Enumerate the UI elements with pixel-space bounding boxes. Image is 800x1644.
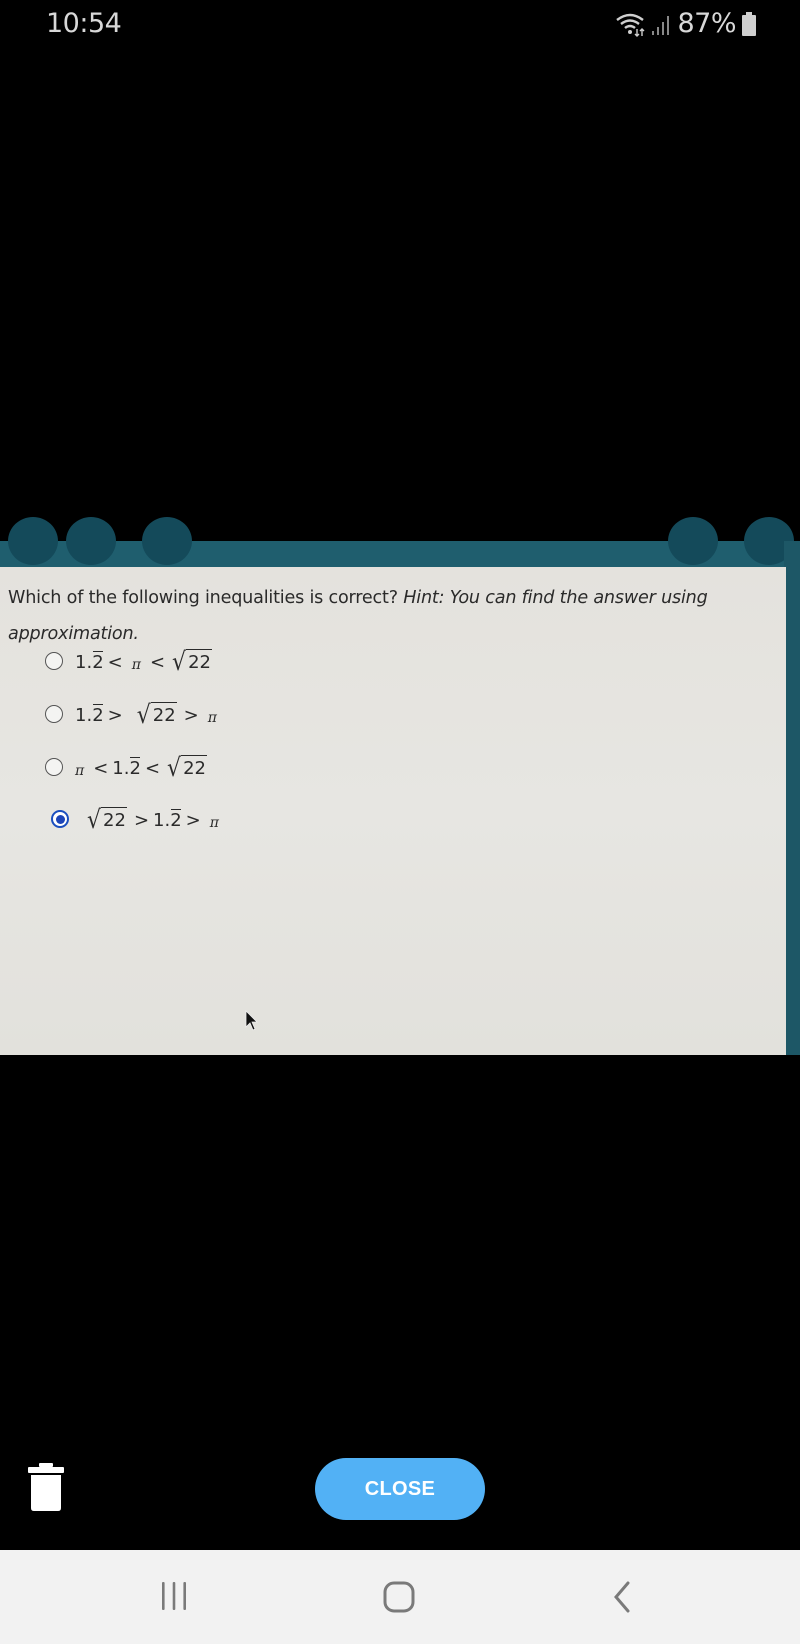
answer-option-3[interactable]: π < 1. 2 < √ 22 — [45, 754, 210, 783]
home-icon[interactable] — [382, 1580, 416, 1619]
battery-percent: 87% — [677, 8, 736, 39]
status-indicators: 87% — [615, 8, 756, 39]
header-button-right-1[interactable] — [668, 517, 718, 565]
pi-symbol: π — [209, 815, 219, 831]
pi-symbol: π — [75, 763, 85, 779]
pi-symbol: π — [207, 710, 217, 726]
header-button-list[interactable] — [142, 517, 192, 565]
number-part: 1. — [112, 758, 130, 779]
greater-than: > — [183, 705, 199, 726]
option-expression: π < 1. 2 < √ 22 — [75, 754, 210, 783]
pi-symbol: π — [131, 657, 141, 673]
question-panel: Which of the following inequalities is c… — [0, 567, 786, 1055]
recents-icon[interactable] — [158, 1580, 190, 1617]
status-time: 10:54 — [46, 8, 122, 39]
header-button-settings[interactable] — [66, 517, 116, 565]
square-root: √ 22 — [136, 701, 177, 730]
option-expression: √ 22 > 1. 2 > π — [87, 806, 224, 835]
less-than: < — [107, 652, 123, 673]
square-root: √ 22 — [87, 806, 127, 835]
app-header-bar — [0, 517, 800, 567]
header-button-menu[interactable] — [8, 517, 58, 565]
signal-icon — [651, 13, 671, 35]
status-bar: 10:54 87% — [0, 0, 800, 52]
back-icon[interactable] — [610, 1580, 634, 1619]
number-part: 1. — [75, 652, 93, 673]
square-root: √ 22 — [172, 648, 212, 677]
radical-sign: √ — [172, 648, 187, 677]
answer-option-2[interactable]: 1. 2 > √ 22 > π — [45, 701, 222, 730]
radio-button-selected[interactable] — [51, 810, 69, 828]
repeating-digit: 2 — [92, 651, 104, 673]
repeating-digit: 2 — [92, 704, 104, 726]
number-part: 1. — [75, 705, 93, 726]
question-prompt: Which of the following inequalities is c… — [8, 588, 398, 608]
radical-sign: √ — [167, 754, 182, 783]
less-than: < — [144, 758, 161, 779]
battery-icon — [742, 11, 756, 37]
radicand: 22 — [186, 649, 212, 673]
question-text: Which of the following inequalities is c… — [8, 580, 783, 652]
radicand: 22 — [150, 702, 177, 726]
radio-button[interactable] — [45, 652, 63, 670]
repeating-digit: 2 — [170, 809, 182, 831]
option-expression: 1. 2 < π < √ 22 — [75, 648, 215, 677]
radio-button[interactable] — [45, 705, 63, 723]
greater-than: > — [107, 705, 123, 726]
delete-trash-icon[interactable] — [28, 1463, 64, 1516]
close-button[interactable]: CLOSE — [315, 1458, 485, 1520]
answer-option-4[interactable]: √ 22 > 1. 2 > π — [51, 806, 224, 835]
wifi-icon — [615, 11, 645, 37]
radio-button[interactable] — [45, 758, 63, 776]
screen-edge — [784, 541, 800, 1055]
less-than: < — [93, 758, 109, 779]
repeating-digit: 2 — [129, 757, 141, 779]
radical-sign: √ — [136, 701, 151, 730]
greater-than: > — [185, 810, 201, 831]
system-navigation-bar — [0, 1550, 800, 1644]
option-expression: 1. 2 > √ 22 > π — [75, 701, 222, 730]
radical-sign: √ — [87, 806, 102, 835]
less-than: < — [149, 652, 166, 673]
number-part: 1. — [153, 810, 171, 831]
answer-option-1[interactable]: 1. 2 < π < √ 22 — [45, 648, 215, 677]
square-root: √ 22 — [167, 754, 207, 783]
mouse-cursor-icon — [245, 1010, 259, 1037]
greater-than: > — [133, 810, 150, 831]
radicand: 22 — [101, 807, 127, 831]
radicand: 22 — [181, 755, 207, 779]
photographed-screen: Which of the following inequalities is c… — [0, 517, 800, 1055]
